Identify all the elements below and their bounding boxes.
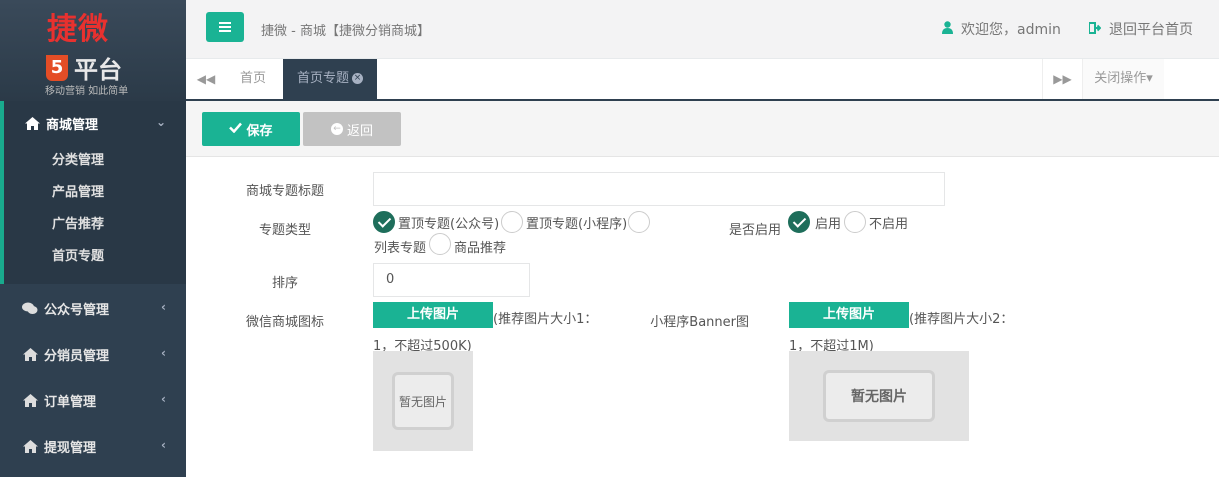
- back-home-link[interactable]: 退回平台首页: [1088, 19, 1193, 39]
- type-radio-list[interactable]: [628, 211, 650, 233]
- welcome-text: 欢迎您，admin: [961, 22, 1061, 38]
- mp-banner-label: 小程序Banner图: [650, 315, 749, 330]
- type-radio-product[interactable]: [429, 233, 451, 255]
- sidebar-group-mall: 商城管理 ⌄ 分类管理 产品管理 广告推荐 首页专题: [0, 101, 186, 284]
- title-input[interactable]: [373, 172, 945, 206]
- tab-home-topic[interactable]: 首页专题 ×: [283, 59, 378, 99]
- hamburger-icon: [219, 22, 231, 32]
- sidebar-subitem-product[interactable]: 产品管理: [4, 177, 186, 209]
- sidebar-item-label: 商城管理: [46, 117, 99, 133]
- top-bar: 捷微 - 商城【捷微分销商城】 欢迎您，admin 退回平台首页: [186, 0, 1219, 59]
- user-icon: [942, 20, 953, 38]
- no-image-icon: 暂无图片: [823, 370, 935, 422]
- sidebar-subitem-category[interactable]: 分类管理: [4, 145, 186, 177]
- no-image-text: 暂无图片: [398, 394, 447, 409]
- logo-main-text: 捷微: [47, 12, 109, 47]
- caret-down-icon: ▾: [1146, 71, 1153, 86]
- check-icon: [229, 122, 243, 137]
- chevron-left-icon: ‹: [161, 392, 166, 406]
- sidebar: 捷微 5 平台 移动营销 如此简单 商城管理 ⌄ 分类管理 产品管理 广告推荐 …: [0, 0, 186, 477]
- chevron-left-icon: ‹: [161, 300, 166, 314]
- backward-icon: ◀◀: [196, 72, 216, 86]
- menu-toggle-button[interactable]: [206, 12, 244, 42]
- sidebar-item-label: 分销员管理: [44, 348, 110, 364]
- type-label: 专题类型: [258, 223, 311, 238]
- tab-label: 首页专题: [297, 71, 350, 86]
- sidebar-item-distributor[interactable]: 分销员管理 ‹: [0, 332, 186, 376]
- chevron-left-icon: ‹: [161, 438, 166, 452]
- home-icon: [22, 439, 38, 453]
- no-image-text: 暂无图片: [851, 389, 907, 405]
- sidebar-group-orders: 订单管理 ‹: [0, 378, 186, 422]
- type-option-text: 置顶专题(小程序): [526, 217, 628, 232]
- type-option-text: 商品推荐: [454, 241, 507, 256]
- logo-tagline: 移动营销 如此简单: [45, 86, 129, 97]
- mp-hint: (推荐图片大小2：: [909, 312, 1014, 327]
- breadcrumb: 捷微 - 商城【捷微分销商城】: [261, 24, 430, 39]
- enable-label: 是否启用: [728, 223, 781, 238]
- save-button[interactable]: 保存: [202, 112, 300, 146]
- close-operations-dropdown[interactable]: 关闭操作▾: [1082, 59, 1164, 99]
- type-radio-top-miniprogram[interactable]: [501, 211, 523, 233]
- chevron-down-icon: ⌄: [155, 115, 166, 129]
- sidebar-item-official-account[interactable]: 公众号管理 ‹: [0, 286, 186, 330]
- sidebar-subitem-ad[interactable]: 广告推荐: [4, 209, 186, 241]
- html5-badge-icon: 5: [46, 54, 68, 81]
- form-toolbar: 保存 ← 返回: [186, 101, 1219, 157]
- wx-hint: (推荐图片大小1：: [493, 312, 598, 327]
- type-option-text: 置顶专题(公众号): [398, 217, 500, 232]
- no-image-icon: 暂无图片: [392, 372, 454, 430]
- logo-sub-text: 平台: [74, 56, 122, 84]
- title-label: 商城专题标题: [245, 184, 324, 199]
- wx-icon-label: 微信商城图标: [245, 315, 324, 330]
- sidebar-item-label: 公众号管理: [44, 302, 110, 318]
- type-radio-top-official[interactable]: [373, 211, 395, 233]
- arrow-circle-left-icon: ←: [330, 123, 343, 135]
- sidebar-item-orders[interactable]: 订单管理 ‹: [0, 378, 186, 422]
- sidebar-group-official-account: 公众号管理 ‹: [0, 286, 186, 330]
- mp-banner-preview: 暂无图片: [789, 351, 969, 441]
- close-tab-icon[interactable]: ×: [352, 73, 364, 84]
- sidebar-item-label: 订单管理: [44, 394, 97, 410]
- forward-icon: ▶▶: [1053, 72, 1072, 86]
- back-home-text: 退回平台首页: [1109, 22, 1193, 38]
- sort-label: 排序: [271, 276, 298, 291]
- welcome-user: 欢迎您，admin: [942, 19, 1061, 39]
- comments-icon: [22, 301, 38, 315]
- sidebar-item-label: 提现管理: [44, 440, 97, 456]
- type-option-text: 列表专题: [374, 241, 427, 256]
- wx-icon-preview: 暂无图片: [373, 351, 473, 451]
- tab-scroll-left-button[interactable]: ◀◀: [186, 59, 226, 99]
- tab-bar: ◀◀ 首页 首页专题 × ▶▶ 关闭操作▾: [186, 59, 1219, 101]
- sign-out-icon: [1088, 21, 1102, 37]
- home-icon: [24, 116, 40, 130]
- back-label: 返回: [346, 123, 373, 139]
- tab-scroll-right-button[interactable]: ▶▶: [1042, 59, 1082, 99]
- sidebar-item-withdraw[interactable]: 提现管理 ‹: [0, 424, 186, 468]
- main-content: 保存 ← 返回 商城专题标题 专题类型 置顶专题(公众号) 置顶专题(小程序) …: [186, 101, 1219, 477]
- mp-upload-button[interactable]: 上传图片: [789, 302, 909, 328]
- tab-home[interactable]: 首页: [226, 59, 280, 99]
- wx-upload-button[interactable]: 上传图片: [373, 302, 493, 328]
- back-button[interactable]: ← 返回: [303, 112, 401, 146]
- home-icon: [22, 347, 38, 361]
- chevron-left-icon: ‹: [161, 346, 166, 360]
- close-ops-label: 关闭操作: [1094, 71, 1147, 86]
- enable-option-text: 启用: [815, 217, 842, 232]
- home-icon: [22, 393, 38, 407]
- enable-radio-off[interactable]: [844, 211, 866, 233]
- enable-radio-on[interactable]: [788, 211, 810, 233]
- sidebar-group-withdraw: 提现管理 ‹: [0, 424, 186, 468]
- sidebar-subitem-home-topic[interactable]: 首页专题: [4, 241, 186, 273]
- enable-option-text: 不启用: [869, 217, 909, 232]
- logo: 捷微 5 平台 移动营销 如此简单: [0, 0, 186, 101]
- save-label: 保存: [246, 123, 273, 139]
- sidebar-group-distributor: 分销员管理 ‹: [0, 332, 186, 376]
- sidebar-item-mall-management[interactable]: 商城管理 ⌄: [4, 101, 186, 145]
- logo-sub: 5 平台: [46, 50, 122, 85]
- sort-input[interactable]: 0: [373, 263, 530, 297]
